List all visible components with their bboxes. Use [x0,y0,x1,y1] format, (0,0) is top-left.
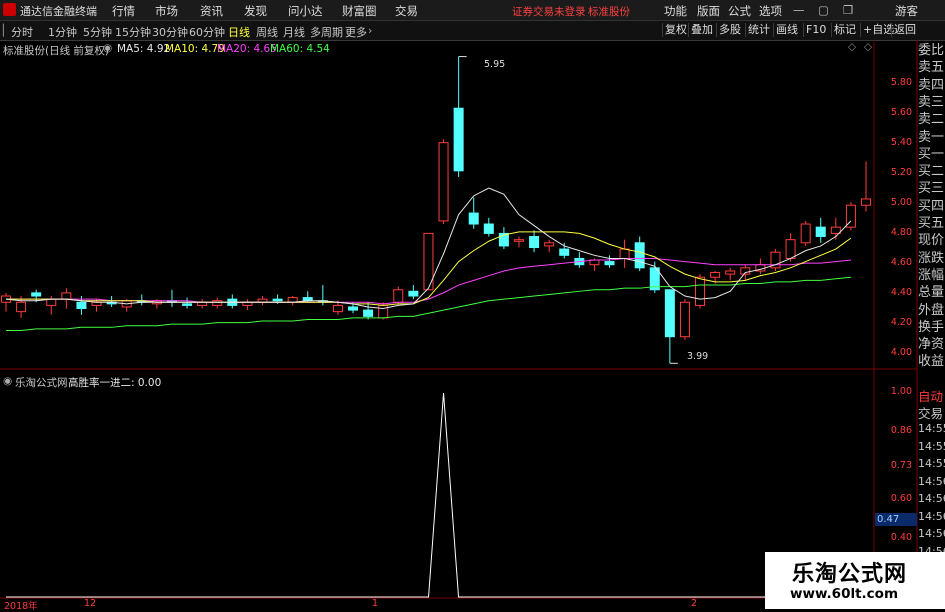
y-tick: 4.00 [890,347,912,358]
side-trade[interactable]: 交易 [918,403,945,422]
date-12: 12 [84,598,97,609]
date-2: 2 [691,598,698,609]
candle-body[interactable] [438,142,449,222]
candle-body[interactable] [815,226,826,238]
side-label: 买二 [918,164,945,180]
chart-canvas[interactable] [0,0,945,609]
ind-y-tick: 0.86 [890,425,912,436]
candle-body[interactable] [619,248,630,259]
high-label: 5.95 [484,59,506,70]
side-label: 总量 [918,285,945,301]
watermark-url: www.60lt.com [790,586,899,602]
watermark-title: 乐淘公式网 [792,562,908,587]
tick-time: 14:55 [918,457,945,470]
candle-body[interactable] [559,248,570,256]
side-label: 换手 [918,319,945,335]
candle-body[interactable] [664,289,675,338]
tick-time: 14:55 [918,439,945,453]
side-label: 外盘 [918,302,945,318]
candle-body[interactable] [363,309,374,317]
y-tick: 4.60 [890,257,912,268]
candle-body[interactable] [830,226,841,234]
side-label: 卖四 [918,77,945,93]
candle-body[interactable] [332,304,343,313]
side-label: 买一 [918,146,945,162]
ind-y-tick: 0.60 [890,493,912,504]
y-tick: 4.40 [890,287,912,298]
y-tick: 4.80 [890,227,912,238]
tick-time: 14:56 [918,492,945,505]
date-1: 1 [372,598,379,609]
candle-body[interactable] [453,107,464,172]
candle-body[interactable] [513,239,524,242]
candle-body[interactable] [725,270,736,275]
candle-body[interactable] [861,198,871,206]
candle-body[interactable] [182,303,193,306]
candle-body[interactable] [634,242,645,269]
side-label: 净资 [918,337,945,353]
side-label: 收益 [918,354,945,370]
candle-body[interactable] [785,239,796,259]
side-label: 买三 [918,181,945,197]
candle-body[interactable] [31,292,42,297]
candle-body[interactable] [272,298,283,302]
y-tick: 5.60 [890,107,912,118]
candle-body[interactable] [378,304,389,319]
candle-body[interactable] [710,272,721,278]
candle-body[interactable] [393,289,404,303]
tick-time: 14:55 [918,422,945,435]
date-year: 2018年 [4,601,38,612]
ind-y-tick: 1.00 [890,386,912,397]
candle-body[interactable] [76,301,87,310]
side-label: 委比 [918,43,945,58]
y-tick: 5.20 [890,167,912,178]
side-label: 卖三 [918,94,945,110]
candle-body[interactable] [61,292,72,300]
candle-body[interactable] [604,261,615,266]
candle-body[interactable] [46,298,57,306]
candle-body[interactable] [529,236,540,248]
side-label: 买四 [918,198,945,214]
y-tick: 5.00 [890,197,912,208]
y-tick: 5.80 [890,77,912,88]
ind-y-tick: 0.40 [890,532,912,543]
side-label: 现价 [918,233,945,249]
tick-time: 14:56 [918,509,945,523]
side-label: 卖五 [918,60,945,76]
candle-body[interactable] [348,306,359,311]
candle-body[interactable] [212,300,223,306]
candle-body[interactable] [16,301,27,313]
y-tick: 5.40 [890,137,912,148]
candle-body[interactable] [695,276,706,306]
side-label: 卖二 [918,112,945,128]
current-value-tag: 0.47 [875,513,917,526]
side-label: 卖一 [918,129,945,145]
side-label: 涨幅 [918,267,945,283]
y-tick: 4.20 [890,317,912,328]
indicator-line [6,392,851,598]
candle-body[interactable] [679,301,690,338]
candle-body[interactable] [544,242,555,247]
candle-body[interactable] [408,290,419,297]
candle-body[interactable] [468,212,479,225]
candle-body[interactable] [800,223,811,244]
low-label: 3.99 [687,351,709,362]
tick-time: 14:56 [918,474,945,488]
side-label: 买五 [918,216,945,231]
tick-time: 14:56 [918,527,945,540]
side-label: 涨跌 [918,250,945,266]
candle-body[interactable] [483,223,494,234]
ind-y-tick: 0.73 [890,460,912,471]
